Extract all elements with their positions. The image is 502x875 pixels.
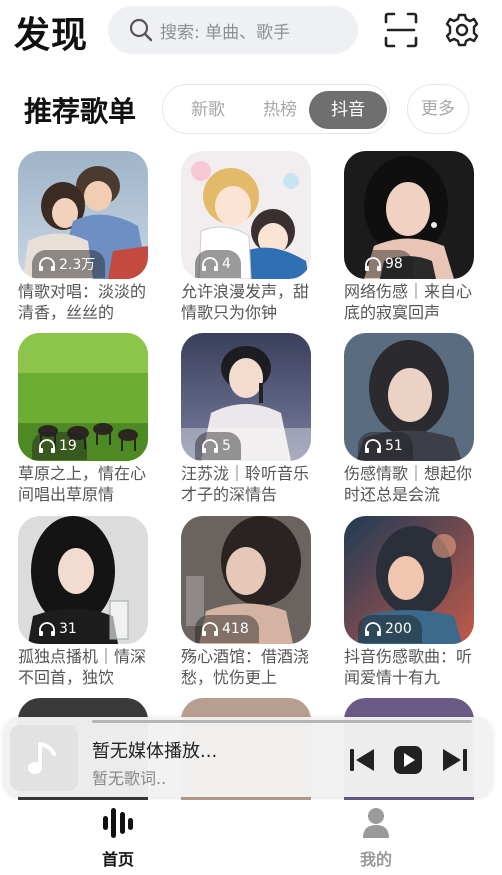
play-count: 19: [32, 432, 87, 460]
play-count-value: 418: [222, 621, 249, 637]
playlist-title: 汪苏泷｜聆听音乐才子的深情告: [181, 464, 310, 504]
playlist-cover: 5: [181, 333, 311, 461]
page-title: 发现: [14, 15, 89, 56]
sound-wave-icon: [103, 808, 133, 838]
settings-gear-icon[interactable]: [444, 12, 480, 48]
headphones-icon: [39, 439, 55, 453]
play-count-value: 2.3万: [59, 257, 96, 273]
play-count: 51: [358, 432, 413, 460]
play-count: 98: [358, 250, 413, 278]
player-lyrics: 暂无歌词..: [92, 769, 167, 788]
playlist-title: 伤感情歌｜想起你时还总是会流: [344, 464, 473, 504]
bottom-nav: 首页 我的: [0, 800, 502, 875]
play-count-value: 98: [385, 256, 403, 272]
playlist-cover: 31: [18, 516, 148, 644]
play-count: 200: [358, 615, 422, 643]
scan-icon[interactable]: [384, 12, 418, 48]
headphones-icon: [202, 622, 218, 636]
tab-douyin[interactable]: 抖音: [309, 91, 387, 129]
play-icon[interactable]: [393, 745, 423, 775]
playlist-cover: 51: [344, 333, 474, 461]
headphones-icon: [365, 257, 381, 271]
nav-mine-label: 我的: [359, 850, 392, 869]
album-art: [10, 725, 78, 791]
tab-hot-chart[interactable]: 热榜: [245, 91, 315, 129]
player-progress-bar[interactable]: [92, 720, 472, 723]
nav-mine[interactable]: 我的: [336, 806, 416, 870]
play-count: 5: [195, 432, 241, 460]
play-count-value: 200: [385, 621, 412, 637]
mini-player[interactable]: 暂无媒体播放... 暂无歌词..: [4, 717, 492, 797]
playlist-cover: 200: [344, 516, 474, 644]
previous-track-icon[interactable]: [347, 745, 377, 775]
play-count-value: 4: [222, 256, 231, 272]
category-tabs: 新歌 热榜 抖音: [162, 84, 390, 134]
playlist-title: 孤独点播机｜情深不回首，独饮: [18, 647, 147, 687]
headphones-icon: [39, 622, 55, 636]
headphones-icon: [202, 257, 218, 271]
playlist-cover: 19: [18, 333, 148, 461]
nav-home-label: 首页: [101, 850, 134, 869]
playlist-title: 抖音伤感歌曲：听闻爱情十有九: [344, 647, 473, 687]
nav-home[interactable]: 首页: [78, 806, 158, 870]
headphones-icon: [202, 439, 218, 453]
playlist-title: 情歌对唱：淡淡的清香，丝丝的: [18, 282, 147, 322]
play-count-value: 5: [222, 438, 231, 454]
headphones-icon: [365, 622, 381, 636]
play-count: 2.3万: [32, 250, 106, 278]
search-placeholder: 搜索: 单曲、歌手: [160, 22, 291, 43]
search-bar[interactable]: 搜索: 单曲、歌手: [108, 6, 358, 54]
playlist-cover: 2.3万: [18, 151, 148, 279]
tab-new-songs[interactable]: 新歌: [173, 91, 243, 129]
next-track-icon[interactable]: [440, 745, 470, 775]
playlist-title: 允许浪漫发声，甜情歌只为你钟: [181, 282, 310, 322]
playlist-cover: 98: [344, 151, 474, 279]
playlist-cover: 418: [181, 516, 311, 644]
play-count-value: 19: [59, 438, 77, 454]
playlist-title: 网络伤感｜来自心底的寂寞回声: [344, 282, 473, 322]
user-icon: [363, 808, 389, 838]
music-note-icon: [28, 742, 56, 774]
player-title: 暂无媒体播放...: [92, 741, 218, 762]
playlist-cover: 4: [181, 151, 311, 279]
section-title: 推荐歌单: [24, 95, 137, 128]
playlist-title: 殇心酒馆：借酒浇愁，忧伤更上: [181, 647, 310, 687]
search-icon: [129, 18, 153, 42]
more-button[interactable]: 更多: [407, 84, 469, 134]
headphones-icon: [365, 439, 381, 453]
play-count: 31: [32, 615, 87, 643]
play-count: 4: [195, 250, 241, 278]
play-count: 418: [195, 615, 259, 643]
play-count-value: 31: [59, 621, 77, 637]
headphones-icon: [39, 257, 55, 271]
top-bar: 发现 搜索: 单曲、歌手: [0, 0, 502, 70]
play-count-value: 51: [385, 438, 403, 454]
playlist-title: 草原之上，情在心间唱出草原情: [18, 464, 147, 504]
